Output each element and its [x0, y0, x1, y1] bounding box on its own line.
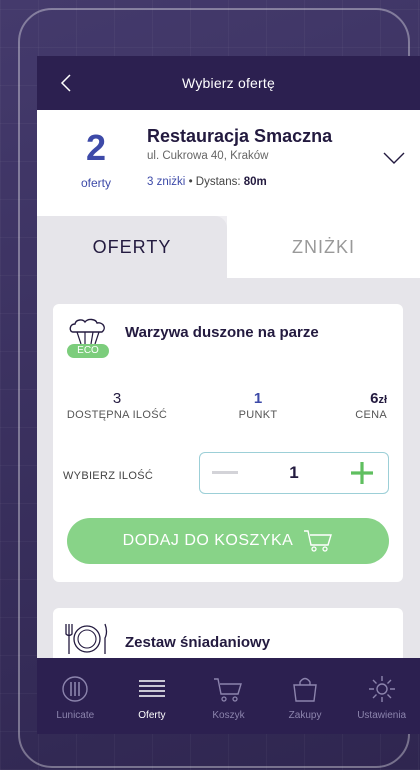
offer-name: Warzywa duszone na parze — [125, 324, 319, 341]
tabs: OFERTY ZNIŻKI — [37, 216, 420, 278]
price-value: 6zł — [355, 390, 387, 407]
offer-card: ECO Warzywa duszone na parze 3 DOSTĘPNA … — [53, 304, 403, 582]
lunicate-logo-icon — [62, 676, 88, 702]
shopping-bag-icon — [293, 677, 317, 702]
offer-count-number: 2 — [85, 127, 107, 168]
restaurant-header[interactable]: 2 oferty Restauracja Smaczna ul. Cukrowa… — [37, 110, 420, 216]
nav-lunicate[interactable]: Lunicate — [37, 658, 114, 734]
add-to-cart-button[interactable]: DODAJ DO KOSZYKA — [67, 518, 389, 564]
offer-count: 2 oferty — [73, 127, 119, 191]
restaurant-info: Restauracja Smaczna ul. Cukrowa 40, Krak… — [147, 126, 332, 188]
chevron-left-icon[interactable] — [57, 73, 77, 93]
gear-icon — [368, 676, 395, 702]
offer-count-label: oferty — [80, 176, 111, 190]
tab-oferty[interactable]: OFERTY — [37, 216, 227, 278]
nav-label: Lunicate — [56, 710, 95, 721]
chevron-down-icon[interactable] — [382, 150, 406, 166]
nav-label: Zakupy — [288, 710, 322, 721]
list-icon — [138, 680, 165, 697]
add-to-cart-label: DODAJ DO KOSZYKA — [122, 532, 294, 549]
offer-name: Zestaw śniadaniowy — [125, 634, 271, 651]
tab-znizki[interactable]: ZNIŻKI — [227, 216, 420, 278]
top-bar: Wybierz ofertę — [37, 56, 420, 110]
points-label: PUNKT — [238, 409, 278, 421]
bottom-nav: Lunicate Oferty Koszyk Zakupy Ustawienia — [37, 658, 420, 734]
stat-available: 3 DOSTĘPNA ILOŚĆ — [53, 390, 181, 421]
app-screen: Wybierz ofertę 2 oferty Restauracja Smac… — [37, 56, 420, 734]
cart-icon — [304, 530, 333, 552]
nav-label: Oferty — [138, 710, 166, 721]
eco-badge: ECO — [67, 344, 109, 358]
meta-separator: • — [188, 176, 193, 188]
price-unit: zł — [378, 394, 387, 406]
nav-koszyk[interactable]: Koszyk — [190, 658, 267, 734]
stat-points: 1 PUNKT — [213, 390, 303, 421]
nav-zakupy[interactable]: Zakupy — [267, 658, 344, 734]
stat-price: 6zł CENA — [355, 390, 387, 421]
nav-label: Ustawienia — [357, 710, 407, 721]
available-value: 3 — [112, 390, 122, 407]
restaurant-meta: 3 zniżki • Dystans: 80m — [147, 176, 332, 188]
points-value: 1 — [253, 390, 263, 407]
quantity-label: WYBIERZ ILOŚĆ — [63, 470, 154, 482]
nav-ustawienia[interactable]: Ustawienia — [343, 658, 420, 734]
nav-label: Koszyk — [212, 710, 245, 721]
price-label: CENA — [355, 409, 387, 421]
quantity-stepper: 1 — [199, 452, 389, 494]
distance-label: Dystans: — [195, 176, 241, 188]
restaurant-address: ul. Cukrowa 40, Kraków — [147, 150, 269, 162]
plus-icon[interactable] — [350, 461, 374, 485]
available-label: DOSTĘPNA ILOŚĆ — [66, 409, 168, 421]
plate-cutlery-icon — [65, 623, 108, 654]
distance-value: 80m — [243, 176, 267, 188]
cart-icon — [214, 678, 243, 702]
restaurant-name: Restauracja Smaczna — [147, 126, 333, 146]
nav-oferty[interactable]: Oferty — [114, 658, 191, 734]
discount-count: 3 zniżki — [147, 176, 186, 188]
page-title: Wybierz ofertę — [182, 75, 275, 91]
